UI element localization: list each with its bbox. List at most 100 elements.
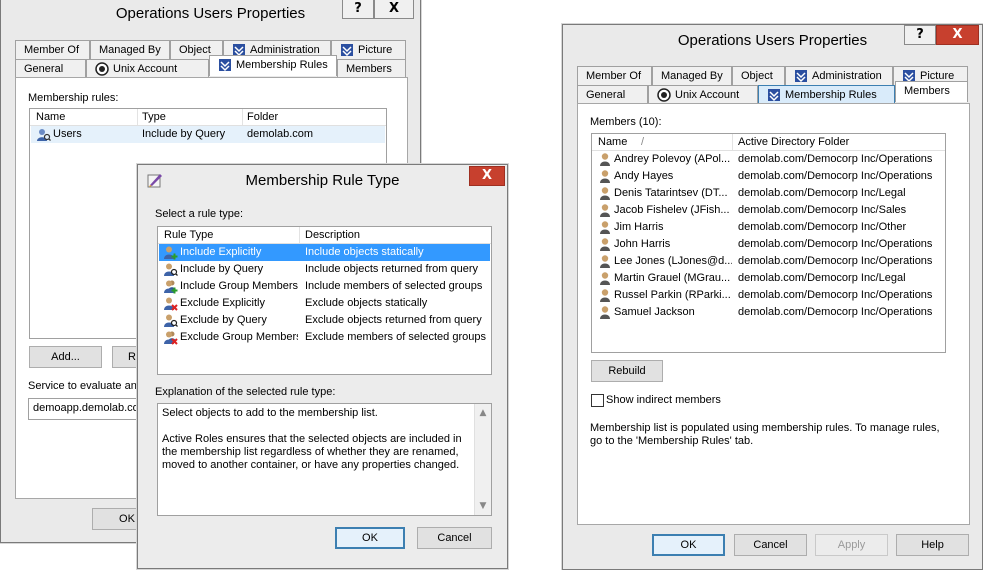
rule-type-row[interactable]: Exclude by Query Exclude objects returned… <box>159 312 490 329</box>
tab-membership-rules[interactable]: Membership Rules <box>758 85 895 104</box>
member-row[interactable]: Andrey Polevoy (APol... demolab.com/Democ… <box>593 151 944 168</box>
explanation-box[interactable]: Select objects to add to the membership … <box>157 403 492 516</box>
tab-label: Unix Account <box>113 63 178 75</box>
member-row[interactable]: Samuel Jackson demolab.com/Democorp Inc/O… <box>593 304 944 321</box>
rule-type-row[interactable]: Exclude Explicitly Exclude objects static… <box>159 295 490 312</box>
col-rule-type[interactable]: Rule Type <box>164 229 213 241</box>
rule-folder: demolab.com <box>247 128 314 140</box>
dialog-cancel-button[interactable]: Cancel <box>417 527 492 549</box>
col-description[interactable]: Description <box>305 229 360 241</box>
rebuild-button[interactable]: Rebuild <box>591 360 663 382</box>
member-name: Andy Hayes <box>614 170 674 182</box>
tab-picture[interactable]: Picture <box>331 40 406 59</box>
member-row[interactable]: Andy Hayes demolab.com/Democorp Inc/Opera… <box>593 168 944 185</box>
user-icon <box>598 220 613 235</box>
rule-type-list-header: Rule Type Description <box>158 227 491 244</box>
tab-label: Members <box>346 63 392 75</box>
rule-type-description: Exclude objects returned from query <box>305 314 482 326</box>
member-row[interactable]: John Harris demolab.com/Democorp Inc/Oper… <box>593 236 944 253</box>
close-title-button[interactable]: X <box>936 25 979 45</box>
tab-label: General <box>586 89 626 101</box>
tab-administration[interactable]: Administration <box>785 66 893 85</box>
membership-note: Membership list is populated using membe… <box>590 422 940 447</box>
rule-type-name: Include Explicitly <box>180 246 262 258</box>
col-folder[interactable]: Folder <box>247 111 278 123</box>
tab-unix-account[interactable]: Unix Account <box>648 85 758 104</box>
apply-button[interactable]: Apply <box>815 534 888 556</box>
group-remove-icon <box>163 330 178 345</box>
user-icon <box>598 203 613 218</box>
show-indirect-checkbox[interactable] <box>591 394 604 407</box>
members-list-header: Name / Active Directory Folder <box>592 134 945 151</box>
cancel-button[interactable]: Cancel <box>734 534 807 556</box>
tab-managed-by[interactable]: Managed By <box>652 66 732 85</box>
member-row[interactable]: Lee Jones (LJones@d... demolab.com/Democo… <box>593 253 944 270</box>
help-title-button[interactable]: ? <box>342 0 374 19</box>
user-remove-icon <box>163 296 178 311</box>
membership-rules-icon <box>219 59 231 72</box>
tab-label: Membership Rules <box>236 59 328 71</box>
close-title-button[interactable]: X <box>374 0 414 19</box>
tab-object[interactable]: Object <box>732 66 785 85</box>
tab-general[interactable]: General <box>577 85 648 104</box>
show-indirect-label[interactable]: Show indirect members <box>606 394 721 406</box>
unix-account-icon <box>657 88 671 102</box>
rule-type-row[interactable]: Exclude Group Members Exclude members of … <box>159 329 490 346</box>
rule-type-name: Exclude Explicitly <box>180 297 265 309</box>
member-folder: demolab.com/Democorp Inc/Operations <box>738 238 933 250</box>
rule-type-list[interactable]: Rule Type Description Include Explicitly… <box>157 226 492 375</box>
administration-icon <box>795 70 807 83</box>
tab-membership-rules[interactable]: Membership Rules <box>209 55 337 76</box>
rule-type-row[interactable]: Include by Query Include objects returned… <box>159 261 490 278</box>
dialog-ok-button[interactable]: OK <box>335 527 405 549</box>
member-row[interactable]: Russel Parkin (RParki... demolab.com/Demo… <box>593 287 944 304</box>
member-row[interactable]: Jacob Fishelev (JFish... demolab.com/Demo… <box>593 202 944 219</box>
add-rule-button[interactable]: Add... <box>29 346 102 368</box>
member-row[interactable]: Jim Harris demolab.com/Democorp Inc/Other <box>593 219 944 236</box>
user-icon <box>598 152 613 167</box>
tab-managed-by[interactable]: Managed By <box>90 40 170 59</box>
help-button[interactable]: Help <box>896 534 969 556</box>
members-list[interactable]: Name / Active Directory Folder Andrey Po… <box>591 133 946 353</box>
member-name: Martin Grauel (MGrau... <box>614 272 731 284</box>
tab-members[interactable]: Members <box>895 81 968 102</box>
col-type[interactable]: Type <box>142 111 166 123</box>
member-name: Denis Tatarintsev (DT... <box>614 187 728 199</box>
scroll-up-arrow-icon[interactable]: ▲ <box>478 408 488 418</box>
query-user-icon <box>37 129 51 141</box>
member-row[interactable]: Martin Grauel (MGrau... demolab.com/Democ… <box>593 270 944 287</box>
tab-member-of[interactable]: Member Of <box>577 66 652 85</box>
tab-members[interactable]: Members <box>337 59 406 78</box>
rule-type-description: Include objects returned from query <box>305 263 479 275</box>
member-row[interactable]: Denis Tatarintsev (DT... demolab.com/Demo… <box>593 185 944 202</box>
tab-label: Members <box>904 85 950 97</box>
member-folder: demolab.com/Democorp Inc/Operations <box>738 306 933 318</box>
picture-icon <box>341 44 353 57</box>
rule-type-row[interactable]: Include Group Members Include members of … <box>159 278 490 295</box>
rule-row[interactable]: Users Include by Query demolab.com <box>31 126 385 143</box>
explanation-scrollbar[interactable]: ▲ ▼ <box>474 404 491 515</box>
member-name: Russel Parkin (RParki... <box>614 289 731 301</box>
rule-type-name: Include Group Members <box>180 280 298 292</box>
tab-label: Managed By <box>99 44 161 56</box>
rule-name: Users <box>53 128 82 140</box>
dialog-title: Membership Rule Type <box>245 172 400 189</box>
member-folder: demolab.com/Democorp Inc/Operations <box>738 289 933 301</box>
user-icon <box>598 186 613 201</box>
service-label: Service to evaluate and <box>28 380 143 392</box>
select-rule-label: Select a rule type: <box>155 208 244 220</box>
tab-label: Membership Rules <box>785 89 877 101</box>
col-ad-folder[interactable]: Active Directory Folder <box>738 136 849 148</box>
close-dialog-button[interactable]: X <box>469 166 505 186</box>
rule-type-row[interactable]: Include Explicitly Include objects static… <box>159 244 490 261</box>
member-folder: demolab.com/Democorp Inc/Legal <box>738 187 906 199</box>
help-title-button[interactable]: ? <box>904 25 936 45</box>
tab-member-of[interactable]: Member Of <box>15 40 90 59</box>
tab-label: Unix Account <box>675 89 740 101</box>
col-name[interactable]: Name <box>598 136 627 148</box>
tab-unix-account[interactable]: Unix Account <box>86 59 209 78</box>
scroll-down-arrow-icon[interactable]: ▼ <box>478 501 488 511</box>
tab-general[interactable]: General <box>15 59 86 78</box>
col-name[interactable]: Name <box>36 111 65 123</box>
ok-button[interactable]: OK <box>652 534 725 556</box>
